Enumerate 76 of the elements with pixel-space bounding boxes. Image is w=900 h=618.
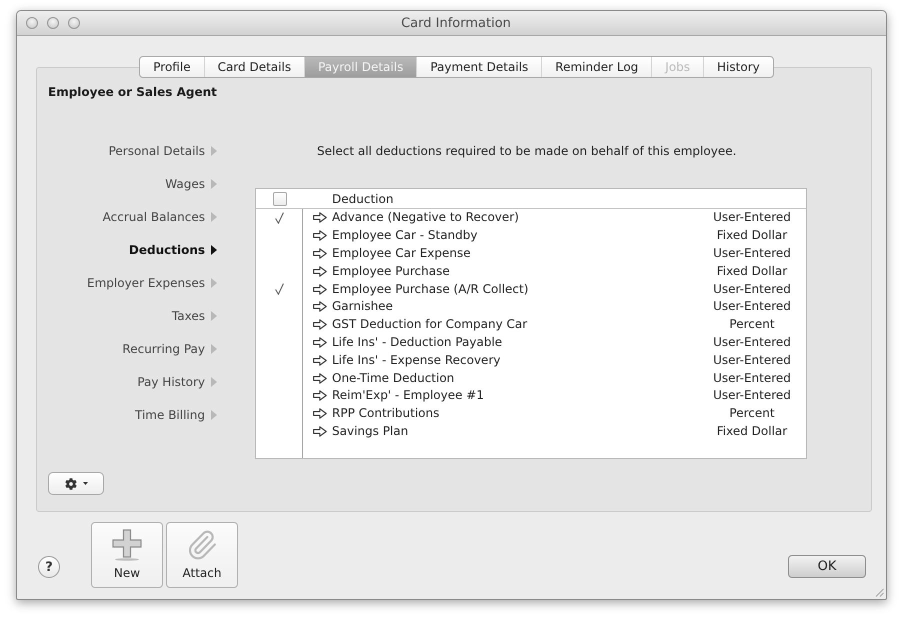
caret-icon <box>82 482 88 485</box>
sidebar-item[interactable]: Time Billing <box>135 398 217 431</box>
sidebar-item[interactable]: Accrual Balances <box>102 200 217 233</box>
triangle-icon <box>211 376 217 386</box>
table-cell: Fixed Dollar <box>716 424 788 439</box>
tab[interactable]: Reminder Log <box>541 57 652 77</box>
triangle-icon <box>211 310 217 320</box>
table-cell: User-Entered <box>713 282 791 297</box>
table-cell: Life Ins' - Deduction Payable <box>332 334 502 350</box>
help-button[interactable]: ? <box>38 556 60 578</box>
table-cell: User-Entered <box>713 299 791 314</box>
table-cell: One-Time Deduction <box>332 370 454 386</box>
table-cell: Life Ins' - Expense Recovery <box>332 352 500 368</box>
tab[interactable]: Profile <box>140 57 204 77</box>
plus-icon <box>112 529 142 561</box>
select-all-checkbox[interactable] <box>272 192 286 206</box>
sidebar-item[interactable]: Deductions <box>128 233 217 266</box>
resize-grip-icon[interactable] <box>874 587 884 597</box>
instruction-text: Select all deductions required to be made on behalf of this employee. <box>316 144 736 158</box>
sidebar-item[interactable]: Wages <box>165 167 217 200</box>
section-title: Employee or Sales Agent <box>48 85 217 99</box>
table-cell: Fixed Dollar <box>716 228 788 244</box>
triangle-icon <box>211 146 217 156</box>
sidebar-item[interactable]: Taxes <box>172 299 217 332</box>
arrow-icon[interactable] <box>313 284 327 295</box>
arrow-icon[interactable] <box>313 212 327 224</box>
window-title: Card Information <box>401 16 511 30</box>
triangle-icon <box>211 278 217 288</box>
ok-button[interactable]: OK <box>788 555 866 578</box>
table-cell: User-Entered <box>713 210 791 226</box>
table-cell: User-Entered <box>713 246 791 261</box>
new-button[interactable]: New <box>91 522 163 588</box>
table-cell: Employee Purchase <box>332 264 450 279</box>
arrow-icon[interactable] <box>313 354 327 366</box>
table-cell: User-Entered <box>713 370 791 386</box>
sidebar-item[interactable]: Pay History <box>137 365 217 398</box>
triangle-icon <box>211 212 217 222</box>
table-cell: Employee Purchase (A/R Collect) <box>332 282 528 297</box>
arrow-icon[interactable] <box>313 248 327 259</box>
table-cell: User-Entered <box>713 388 791 404</box>
sidebar-item[interactable]: Recurring Pay <box>122 332 217 365</box>
table-cell: User-Entered <box>713 334 791 350</box>
table-cell: Garnishee <box>332 299 393 314</box>
gear-menu-button[interactable] <box>48 472 104 495</box>
triangle-icon <box>211 344 217 354</box>
arrow-icon[interactable] <box>313 301 327 312</box>
arrow-icon[interactable] <box>313 319 327 330</box>
table-cell: Fixed Dollar <box>716 264 788 279</box>
table-cell: GST Deduction for Company Car <box>332 317 528 332</box>
table-cell: Advance (Negative to Recover) <box>332 210 519 226</box>
table-cell: Reim'Exp' - Employee #1 <box>332 388 484 404</box>
triangle-icon <box>211 178 217 188</box>
table-cell: Employee Car Expense <box>332 246 471 261</box>
arrow-icon[interactable] <box>313 230 327 242</box>
arrow-icon[interactable] <box>313 372 327 384</box>
arrow-icon[interactable] <box>313 266 327 277</box>
sidebar-item[interactable]: Personal Details <box>108 134 217 167</box>
table-cell: RPP Contributions <box>332 406 440 422</box>
table-cell: Percent <box>729 317 775 332</box>
table-cell: Percent <box>729 406 775 422</box>
table-cell: Savings Plan <box>332 424 408 439</box>
tab[interactable]: History <box>703 57 773 77</box>
triangle-icon <box>211 410 217 420</box>
arrow-icon[interactable] <box>313 408 327 420</box>
arrow-icon[interactable] <box>313 336 327 348</box>
arrow-icon[interactable] <box>313 426 327 437</box>
tab[interactable]: Payment Details <box>416 57 542 77</box>
paperclip-icon <box>186 529 218 561</box>
sidebar-item[interactable]: Employer Expenses <box>87 266 217 299</box>
table-cell: User-Entered <box>713 352 791 368</box>
gear-icon <box>64 478 76 490</box>
column-header[interactable]: Deduction <box>303 192 394 206</box>
table-cell: Employee Car - Standby <box>332 228 478 244</box>
attach-button[interactable]: Attach <box>166 522 238 588</box>
triangle-icon <box>211 244 217 254</box>
arrow-icon[interactable] <box>313 390 327 402</box>
